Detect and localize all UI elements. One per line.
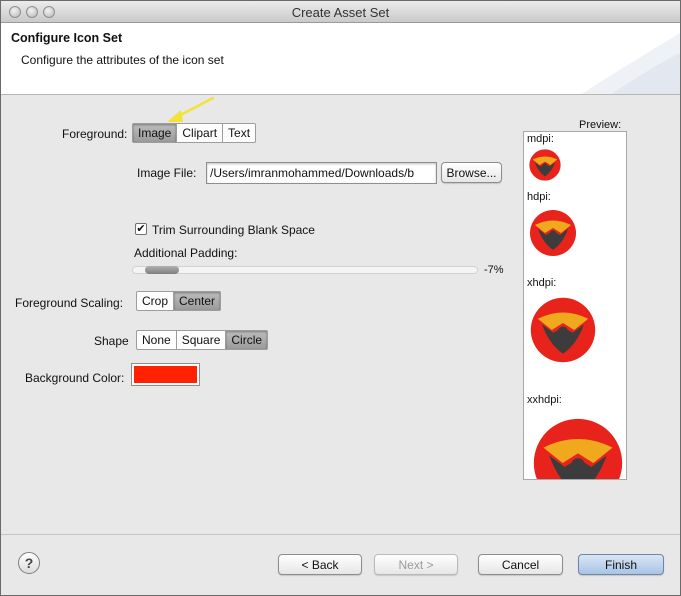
wizard-header: Configure Icon Set Configure the attribu… (1, 23, 680, 95)
wizard-body: Foreground: Image Clipart Text Image Fil… (1, 96, 680, 511)
padding-value: -7% (484, 264, 504, 276)
image-file-field[interactable]: /Users/imranmohammed/Downloads/b (206, 162, 437, 184)
preview-hdpi-label: hdpi: (527, 191, 551, 203)
background-color-swatch (134, 366, 197, 383)
shape-square-option[interactable]: Square (177, 331, 227, 349)
header-decoration-icon (581, 33, 680, 94)
preview-mdpi-label: mdpi: (527, 133, 554, 145)
padding-label: Additional Padding: (134, 246, 238, 260)
page-description: Configure the attributes of the icon set (21, 53, 224, 67)
phoenix-icon (530, 210, 576, 256)
foreground-clipart-option[interactable]: Clipart (177, 124, 224, 142)
arrow-icon (167, 96, 215, 122)
image-file-label: Image File: (137, 166, 197, 180)
finish-button[interactable]: Finish (578, 554, 664, 575)
background-color-label: Background Color: (25, 371, 125, 385)
phoenix-icon (529, 149, 561, 181)
preview-panel: mdpi: hdpi: xhdpi: xxhdpi: (523, 131, 627, 480)
foreground-scaling-segmented-control[interactable]: Crop Center (136, 291, 222, 311)
phoenix-icon (530, 297, 596, 363)
foreground-image-option[interactable]: Image (133, 124, 178, 142)
foreground-label: Foreground: (62, 127, 128, 141)
page-title: Configure Icon Set (11, 31, 123, 45)
trim-label: Trim Surrounding Blank Space (152, 223, 315, 237)
scaling-center-option[interactable]: Center (174, 292, 221, 310)
shape-label: Shape (94, 334, 129, 348)
foreground-segmented-control[interactable]: Image Clipart Text (132, 123, 257, 143)
preview-title: Preview: (579, 119, 622, 131)
shape-segmented-control[interactable]: None Square Circle (136, 330, 269, 350)
padding-slider-thumb[interactable] (145, 266, 179, 274)
next-button[interactable]: Next > (374, 554, 458, 575)
help-icon[interactable]: ? (18, 552, 40, 574)
foreground-text-option[interactable]: Text (223, 124, 255, 142)
trim-checkbox[interactable]: ✔ (135, 223, 147, 235)
back-button[interactable]: < Back (278, 554, 362, 575)
shape-none-option[interactable]: None (137, 331, 177, 349)
cancel-button[interactable]: Cancel (478, 554, 563, 575)
window-title: Create Asset Set (291, 5, 390, 20)
background-color-well[interactable] (131, 363, 200, 386)
create-asset-set-window: Create Asset Set Configure Icon Set Conf… (0, 0, 681, 596)
browse-button[interactable]: Browse... (441, 162, 502, 183)
foreground-scaling-label: Foreground Scaling: (15, 296, 124, 310)
padding-slider[interactable] (132, 266, 478, 274)
title-bar: Create Asset Set (1, 1, 680, 23)
phoenix-icon (533, 418, 623, 479)
scaling-crop-option[interactable]: Crop (137, 292, 175, 310)
shape-circle-option[interactable]: Circle (226, 331, 268, 349)
preview-xxhdpi-label: xxhdpi: (527, 394, 562, 406)
preview-xhdpi-label: xhdpi: (527, 277, 557, 289)
footer-separator (1, 534, 680, 535)
